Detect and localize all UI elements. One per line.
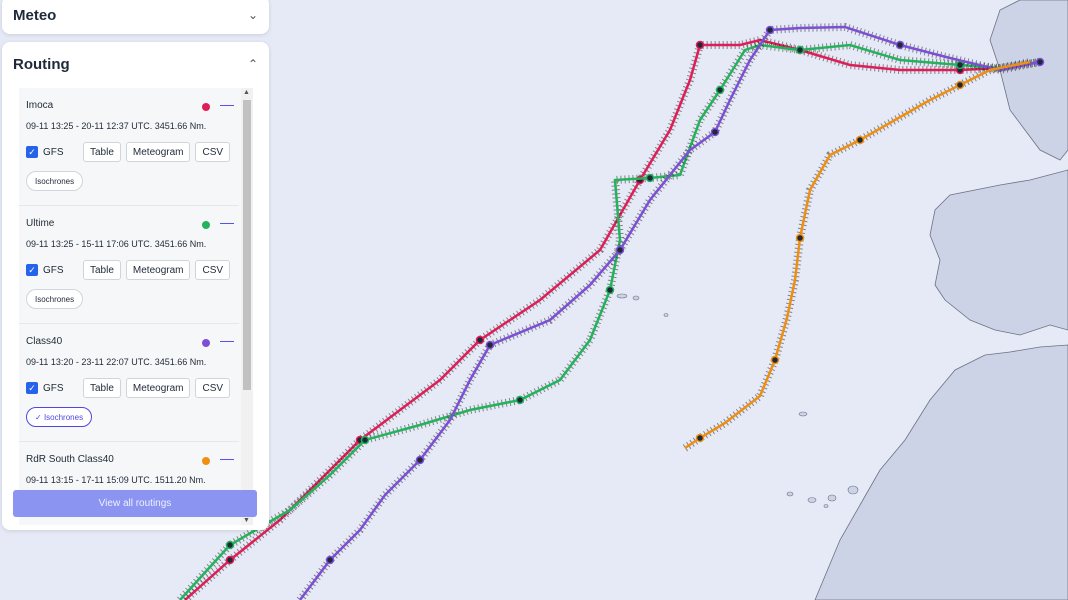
route-waypoint: [225, 555, 235, 565]
route-waypoint: [475, 335, 485, 345]
route-waypoint: [415, 455, 425, 465]
route-waypoint: [770, 355, 780, 365]
route-waypoint: [765, 25, 775, 35]
route-waypoint: [485, 340, 495, 350]
routing-header[interactable]: Routing ⌃: [2, 42, 269, 86]
csv-button[interactable]: CSV: [195, 142, 231, 162]
remove-route-icon[interactable]: —: [220, 332, 234, 348]
routing-title: Routing: [13, 55, 70, 73]
route-waypoint: [360, 435, 370, 445]
isochrones-toggle-active[interactable]: ✓ Isochrones: [26, 407, 93, 427]
gfs-checkbox[interactable]: ✓: [26, 264, 38, 276]
route-waypoint: [895, 40, 905, 50]
route-info: 09-11 13:20 - 23-11 22:07 UTC. 3451.66 N…: [26, 357, 207, 367]
scroll-down-icon[interactable]: ▼: [243, 517, 250, 524]
model-label: GFS: [43, 382, 64, 394]
table-button[interactable]: Table: [83, 378, 121, 398]
table-button[interactable]: Table: [83, 142, 121, 162]
table-button[interactable]: Table: [83, 260, 121, 280]
remove-route-icon[interactable]: —: [220, 214, 234, 230]
route-waypoint: [325, 555, 335, 565]
gfs-checkbox[interactable]: ✓: [26, 146, 38, 158]
remove-route-icon[interactable]: —: [220, 450, 234, 466]
route-color-dot[interactable]: [202, 339, 210, 347]
meteo-title: Meteo: [13, 6, 57, 24]
model-label: GFS: [43, 264, 64, 276]
routing-panel: Routing ⌃ Imoca — 09-11 13:25 - 20-11 12…: [2, 42, 269, 530]
route-waypoint: [515, 395, 525, 405]
route-waypoint: [855, 135, 865, 145]
list-scrollbar[interactable]: ▲ ▼: [241, 88, 253, 525]
route-color-dot[interactable]: [202, 221, 210, 229]
route-waypoint: [955, 80, 965, 90]
csv-button[interactable]: CSV: [195, 378, 231, 398]
route-waypoint: [795, 45, 805, 55]
isochrones-label: Isochrones: [43, 412, 84, 422]
view-all-routings-button[interactable]: View all routings: [13, 490, 257, 517]
isochrones-toggle[interactable]: Isochrones: [26, 171, 84, 191]
route-waypoint: [710, 127, 720, 137]
route-waypoint: [615, 245, 625, 255]
routing-list[interactable]: Imoca — 09-11 13:25 - 20-11 12:37 UTC. 3…: [19, 88, 253, 525]
route-info: 09-11 13:25 - 15-11 17:06 UTC. 3451.66 N…: [26, 239, 207, 249]
route-waypoint: [715, 85, 725, 95]
route-color-dot[interactable]: [202, 457, 210, 465]
route-waypoint: [695, 433, 705, 443]
csv-button[interactable]: CSV: [195, 260, 231, 280]
route-item-imoca: Imoca — 09-11 13:25 - 20-11 12:37 UTC. 3…: [19, 88, 239, 206]
route-color-dot[interactable]: [202, 103, 210, 111]
chevron-up-icon[interactable]: ⌃: [248, 57, 258, 71]
model-label: GFS: [43, 146, 64, 158]
remove-route-icon[interactable]: —: [220, 96, 234, 112]
route-waypoint: [645, 173, 655, 183]
meteogram-button[interactable]: Meteogram: [125, 260, 191, 280]
isochrones-toggle[interactable]: Isochrones: [26, 289, 84, 309]
route-waypoint: [605, 285, 615, 295]
scrollbar-thumb[interactable]: [243, 100, 251, 390]
route-waypoint: [695, 40, 705, 50]
chevron-down-icon[interactable]: ⌄: [248, 8, 258, 22]
route-waypoint: [1035, 57, 1045, 67]
meteo-panel: Meteo ⌄: [2, 0, 269, 34]
gfs-checkbox[interactable]: ✓: [26, 382, 38, 394]
check-icon: ✓: [35, 412, 44, 422]
route-waypoint: [225, 540, 235, 550]
scroll-up-icon[interactable]: ▲: [243, 89, 250, 96]
route-info: 09-11 13:15 - 17-11 15:09 UTC. 1511.20 N…: [26, 475, 206, 485]
route-info: 09-11 13:25 - 20-11 12:37 UTC. 3451.66 N…: [26, 121, 207, 131]
route-item-ultime: Ultime — 09-11 13:25 - 15-11 17:06 UTC. …: [19, 206, 239, 324]
route-item-class40: Class40 — 09-11 13:20 - 23-11 22:07 UTC.…: [19, 324, 239, 442]
meteo-header[interactable]: Meteo ⌄: [2, 0, 269, 34]
meteogram-button[interactable]: Meteogram: [125, 378, 191, 398]
route-waypoint: [795, 233, 805, 243]
meteogram-button[interactable]: Meteogram: [125, 142, 191, 162]
